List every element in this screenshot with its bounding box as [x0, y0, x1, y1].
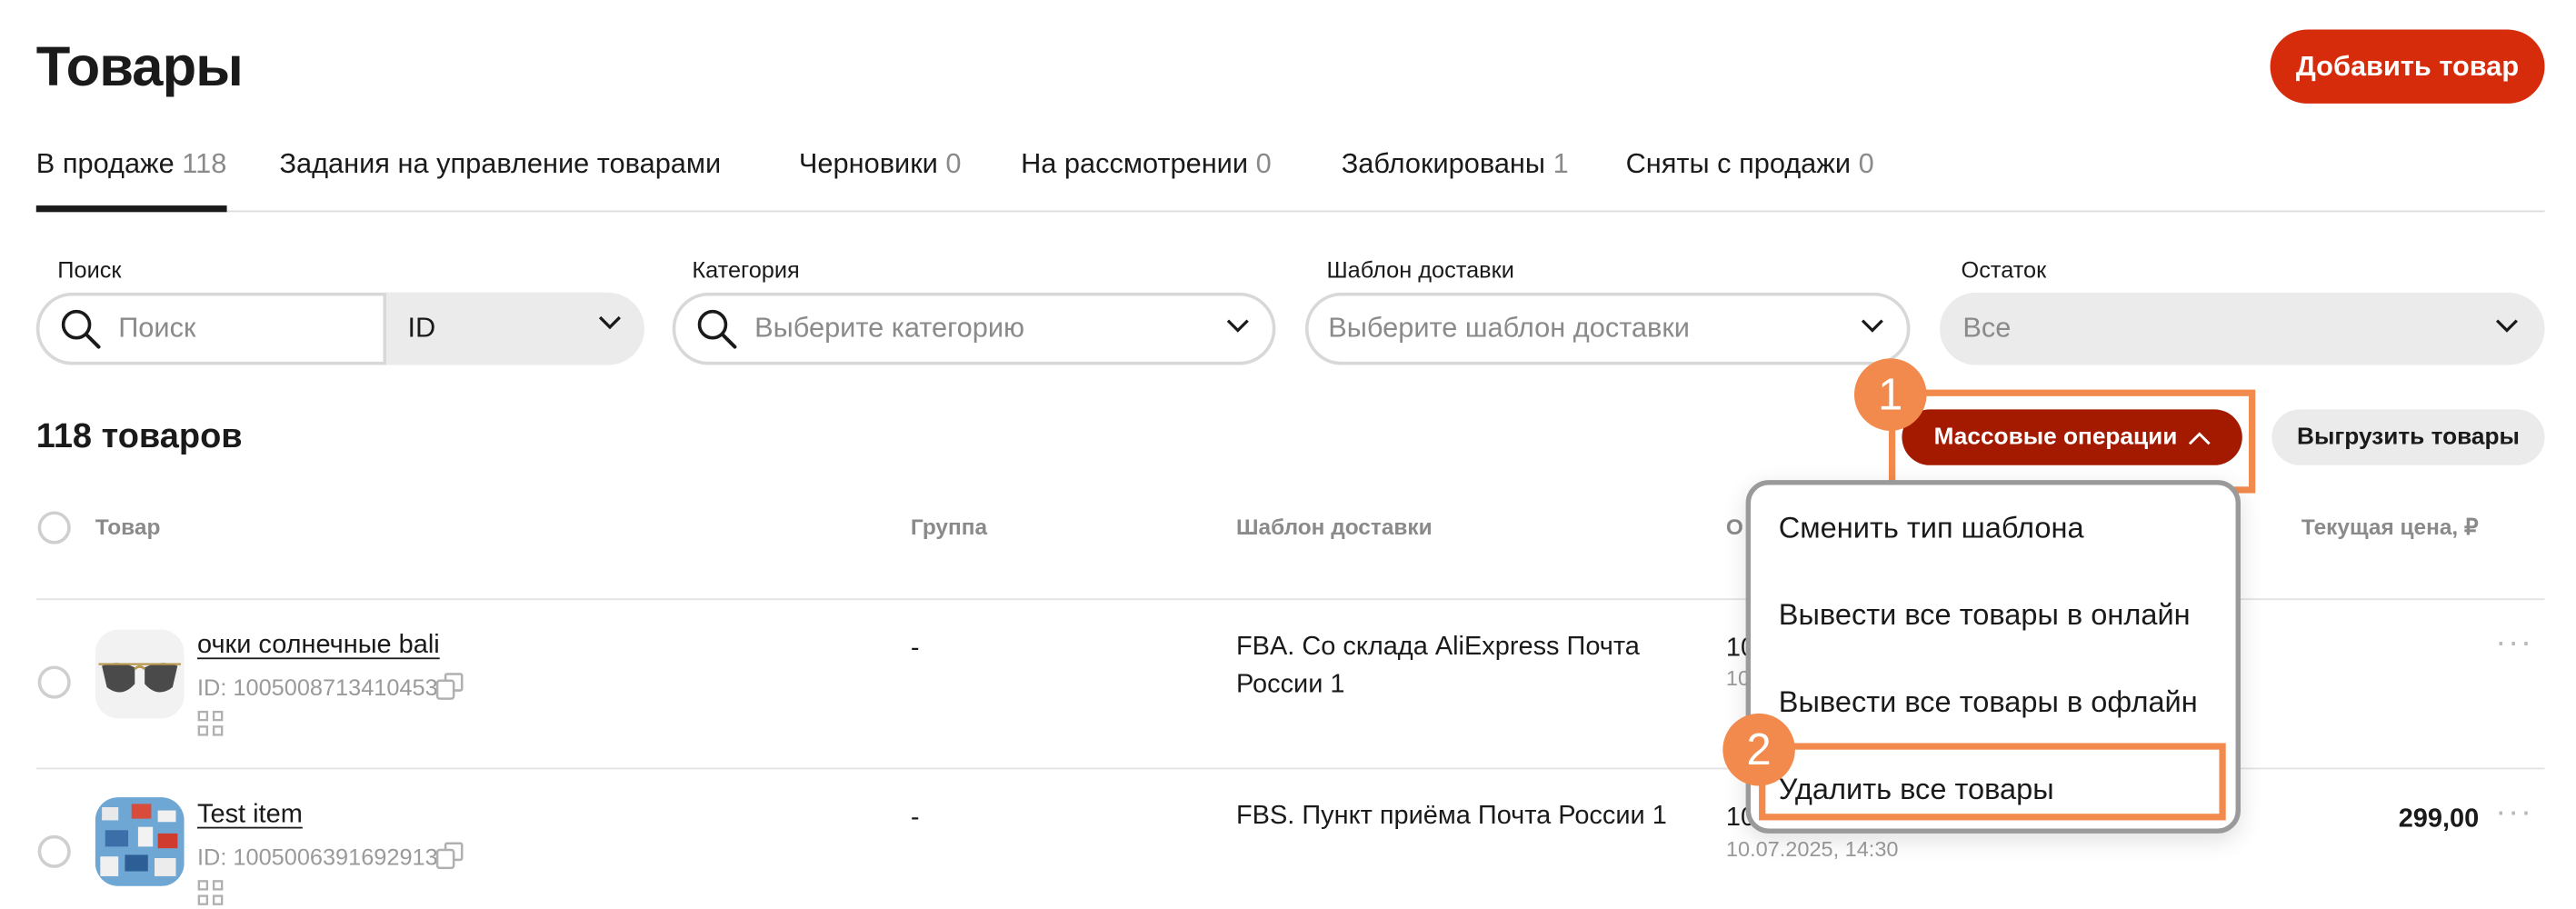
product-thumbnail[interactable]	[95, 629, 185, 719]
menu-item-set-offline[interactable]: Вывести все товары в офлайн	[1779, 685, 2198, 720]
delivery-label: Шаблон доставки	[1326, 256, 1514, 284]
search-input[interactable]: Поиск	[118, 313, 381, 345]
tab-blocked[interactable]: Заблокированы 1	[1342, 148, 1569, 211]
tab-label: Задания на управление товарами	[279, 147, 722, 180]
product-id: ID: 1005008713410453	[197, 674, 438, 701]
mass-operations-button[interactable]: Массовые операции	[1902, 409, 2242, 465]
price-cell: 299,00	[2398, 805, 2480, 834]
column-header-product[interactable]: Товар	[95, 514, 160, 539]
search-icon	[61, 309, 101, 349]
tabs-bar: В продаже 118 Задания на управление това…	[35, 147, 2545, 213]
menu-item-change-template[interactable]: Сменить тип шаблона	[1779, 511, 2084, 545]
product-image	[95, 797, 185, 886]
chevron-down-icon	[1861, 319, 1883, 333]
callout-badge-1: 1	[1853, 358, 1927, 431]
search-group: Поиск ID	[35, 292, 644, 365]
more-options-icon[interactable]: ···	[2495, 794, 2533, 833]
tab-count: 0	[1858, 147, 1874, 180]
qr-code-icon[interactable]	[197, 880, 224, 906]
delivery-cell: FBS. Пункт приёма Почта России 1	[1235, 802, 1667, 831]
group-cell: -	[910, 634, 920, 663]
sunglasses-image	[98, 663, 181, 693]
export-products-button[interactable]: Выгрузить товары	[2271, 409, 2545, 465]
tab-label: В продаже	[35, 147, 175, 180]
search-icon	[697, 309, 737, 349]
tab-count: 0	[945, 147, 962, 180]
date-cell: 10.07.2025, 14:30	[1725, 836, 1899, 862]
tab-count: 1	[1553, 147, 1569, 180]
product-thumbnail[interactable]	[95, 797, 185, 886]
stock-label: Остаток	[1961, 256, 2047, 284]
tab-tasks[interactable]: Задания на управление товарами	[279, 148, 721, 211]
row-checkbox[interactable]	[37, 665, 71, 699]
category-placeholder: Выберите категорию	[754, 312, 1025, 344]
stock-select[interactable]: Все	[1940, 292, 2545, 365]
search-label: Поиск	[57, 256, 122, 284]
page-title: Товары	[35, 35, 244, 99]
select-all-checkbox[interactable]	[37, 511, 71, 544]
column-header-delivery[interactable]: Шаблон доставки	[1236, 514, 1433, 539]
category-select[interactable]: Выберите категорию	[672, 292, 1276, 365]
tab-label: На рассмотрении	[1021, 147, 1249, 180]
more-options-icon[interactable]: ···	[2495, 624, 2533, 663]
group-cell: -	[910, 804, 920, 833]
chevron-up-icon	[2188, 431, 2210, 445]
category-label: Категория	[692, 256, 800, 284]
product-name-link[interactable]: Test item	[197, 801, 303, 831]
menu-item-set-online[interactable]: Вывести все товары в онлайн	[1779, 598, 2191, 633]
column-header-stock[interactable]: О	[1726, 514, 1743, 539]
delivery-placeholder: Выберите шаблон доставки	[1328, 312, 1690, 344]
tab-on-sale[interactable]: В продаже 118	[35, 147, 227, 213]
callout-badge-2: 2	[1722, 713, 1795, 786]
chevron-down-icon	[598, 315, 621, 330]
chevron-down-icon	[1226, 319, 1249, 333]
product-id: ID: 1005006391692913	[197, 843, 438, 870]
column-header-price[interactable]: Текущая цена, ₽	[2301, 514, 2479, 541]
column-header-group[interactable]: Группа	[911, 514, 987, 539]
tab-label: Сняты с продажи	[1625, 147, 1852, 180]
qr-code-icon[interactable]	[197, 710, 224, 736]
delivery-cell: FBA. Со склада AliExpress Почта России 1	[1235, 633, 1640, 699]
chevron-down-icon	[2495, 319, 2518, 333]
copy-icon[interactable]	[435, 842, 464, 870]
tab-label: Черновики	[798, 147, 938, 180]
tab-count: 0	[1255, 147, 1272, 180]
product-count: 118 товаров	[35, 417, 243, 455]
tab-drafts[interactable]: Черновики 0	[799, 148, 962, 211]
add-product-button[interactable]: Добавить товар	[2270, 29, 2545, 104]
row-checkbox[interactable]	[37, 834, 71, 868]
stock-value: Все	[1962, 312, 2012, 344]
tab-removed[interactable]: Сняты с продажи 0	[1626, 148, 1874, 211]
tab-review[interactable]: На рассмотрении 0	[1021, 148, 1272, 211]
mass-operations-label: Массовые операции	[1933, 424, 2178, 451]
search-type-select[interactable]: ID	[383, 292, 644, 365]
delivery-select[interactable]: Выберите шаблон доставки	[1304, 292, 1911, 365]
delete-all-highlight	[1759, 743, 2226, 821]
product-name-link[interactable]: очки солнечные bali	[197, 631, 440, 661]
search-type-value: ID	[407, 312, 436, 344]
tab-count: 118	[182, 147, 227, 180]
tab-label: Заблокированы	[1341, 147, 1546, 180]
copy-icon[interactable]	[435, 673, 464, 701]
